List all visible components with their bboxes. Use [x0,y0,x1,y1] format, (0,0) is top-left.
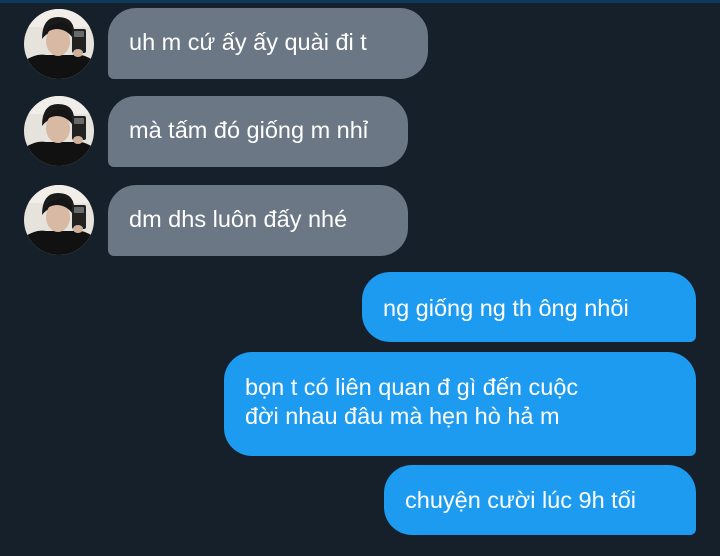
message-text-line: đời nhau đâu mà hẹn hò hả m [245,403,560,429]
message-bubble-outgoing[interactable]: chuyện cười lúc 9h tối [384,465,696,535]
message-text: chuyện cười lúc 9h tối [405,487,637,513]
avatar[interactable] [24,9,94,79]
top-divider [0,0,720,3]
message-text: uh m cứ ấy ấy quài đi t [129,29,367,55]
message-text: mà tấm đó giống m nhỉ [129,117,369,143]
message-text: ng giống ng th ông nhõi [383,295,629,321]
message-bubble-outgoing[interactable]: bọn t có liên quan đ gì đến cuộc đời nha… [224,352,696,456]
message-bubble-incoming[interactable]: dm dhs luôn đấy nhé [108,185,408,256]
message-bubble-outgoing[interactable]: ng giống ng th ông nhõi [362,272,696,342]
message-bubble-incoming[interactable]: mà tấm đó giống m nhỉ [108,96,408,167]
message-text-line: bọn t có liên quan đ gì đến cuộc [245,374,579,400]
message-text: dm dhs luôn đấy nhé [129,206,348,232]
avatar[interactable] [24,185,94,255]
avatar[interactable] [24,96,94,166]
message-bubble-incoming[interactable]: uh m cứ ấy ấy quài đi t [108,8,428,79]
